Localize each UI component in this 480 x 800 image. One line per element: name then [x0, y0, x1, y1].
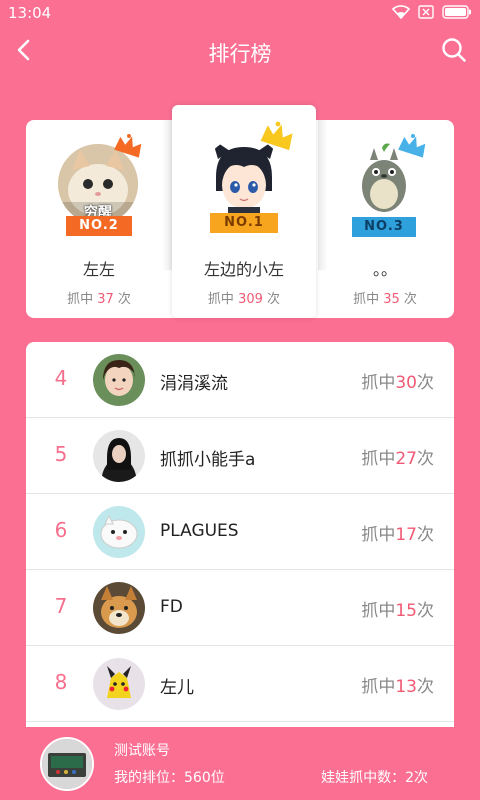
- count-suffix: 次: [403, 292, 417, 307]
- avatar: [93, 354, 145, 406]
- podium-name: 左边的小左: [203, 260, 284, 279]
- search-icon: [441, 37, 467, 67]
- crown-icon: [260, 121, 296, 155]
- status-bar: 13:04: [0, 0, 480, 26]
- page-title: 排行榜: [208, 42, 272, 66]
- count-suffix: 次: [267, 292, 281, 307]
- avatar: [93, 506, 145, 558]
- my-rank: 我的排位：560位: [114, 770, 225, 786]
- list-item[interactable]: 4 涓涓溪流 抓中30次: [26, 342, 454, 418]
- count-value: 309: [238, 292, 263, 307]
- wifi-icon: [392, 5, 410, 19]
- count-suffix: 次: [417, 525, 434, 545]
- list-item[interactable]: 8 左儿 抓中13次: [26, 646, 454, 722]
- avatar: [93, 582, 145, 634]
- rank-count: 抓中13次: [361, 672, 434, 697]
- status-icons: [392, 5, 472, 19]
- list-item[interactable]: 6 PLAGUES 抓中17次: [26, 494, 454, 570]
- crown-icon: [114, 134, 144, 162]
- count-suffix: 次: [417, 677, 434, 697]
- rank-number: 8: [54, 670, 68, 694]
- crown-icon: [398, 134, 428, 162]
- rank-ribbon: NO.2: [66, 216, 132, 236]
- rank-count: 抓中15次: [361, 596, 434, 621]
- count-prefix: 抓中: [361, 373, 396, 393]
- count-value: 17: [395, 525, 417, 545]
- rank-number: 7: [54, 594, 68, 618]
- count-suffix: 次: [417, 601, 434, 621]
- rank-count: 抓中17次: [361, 520, 434, 545]
- header: 排行榜: [0, 26, 480, 80]
- count-value: 35: [383, 292, 400, 307]
- podium-name: 左左: [82, 260, 115, 279]
- count-prefix: 抓中: [361, 601, 396, 621]
- count-prefix: 抓中: [67, 292, 94, 307]
- count-value: 37: [97, 292, 114, 307]
- rank-number: 4: [54, 366, 68, 390]
- sim-off-icon: [418, 5, 434, 19]
- rank-ribbon: NO.3: [352, 217, 416, 237]
- rank-name: 左儿: [160, 678, 194, 698]
- rank-name: PLAGUES: [160, 521, 239, 541]
- count-value: 30: [395, 373, 417, 393]
- count-suffix: 次: [417, 449, 434, 469]
- count-prefix: 抓中: [361, 449, 396, 469]
- search-button[interactable]: [436, 34, 472, 70]
- my-rank-bar: 测试账号 我的排位：560位 娃娃抓中数：2次: [0, 727, 480, 800]
- my-avatar: [40, 737, 94, 791]
- podium-third[interactable]: NO.3 。。 抓中 35 次: [316, 120, 454, 318]
- rank-number: 5: [54, 442, 68, 466]
- podium-second[interactable]: 穷醒 NO.2 左左 抓中 37 次: [26, 120, 172, 318]
- count-value: 27: [395, 449, 417, 469]
- count-value: 15: [395, 601, 417, 621]
- rank-list: 4 涓涓溪流 抓中30次 5 抓抓小能手a 抓中27次 6 PLAGUES 抓中…: [26, 342, 454, 727]
- rank-name: FD: [160, 597, 183, 617]
- rank-ribbon: NO.1: [210, 213, 278, 233]
- rank-name: 抓抓小能手a: [160, 450, 256, 470]
- status-time: 13:04: [8, 4, 52, 22]
- podium-name: 。。: [372, 260, 397, 279]
- count-value: 13: [395, 677, 417, 697]
- count-prefix: 抓中: [361, 677, 396, 697]
- avatar: [93, 658, 145, 710]
- rank-count: 抓中27次: [361, 444, 434, 469]
- count-suffix: 次: [117, 292, 131, 307]
- my-catch-count: 娃娃抓中数：2次: [321, 770, 428, 786]
- list-item[interactable]: 5 抓抓小能手a 抓中27次: [26, 418, 454, 494]
- count-prefix: 抓中: [361, 525, 396, 545]
- battery-icon: [442, 5, 472, 19]
- avatar: [93, 430, 145, 482]
- podium-count: 抓中 309 次: [174, 288, 314, 307]
- podium-first[interactable]: NO.1 左边的小左 抓中 309 次: [172, 105, 316, 318]
- count-prefix: 抓中: [207, 292, 234, 307]
- rank-name: 涓涓溪流: [160, 374, 228, 394]
- count-suffix: 次: [417, 373, 434, 393]
- count-prefix: 抓中: [353, 292, 380, 307]
- rank-count: 抓中30次: [361, 368, 434, 393]
- podium-count: 抓中 35 次: [315, 288, 455, 307]
- my-name: 测试账号: [114, 743, 170, 759]
- list-item[interactable]: 7 FD 抓中15次: [26, 570, 454, 646]
- rank-number: 6: [54, 518, 68, 542]
- podium-count: 抓中 37 次: [29, 288, 169, 307]
